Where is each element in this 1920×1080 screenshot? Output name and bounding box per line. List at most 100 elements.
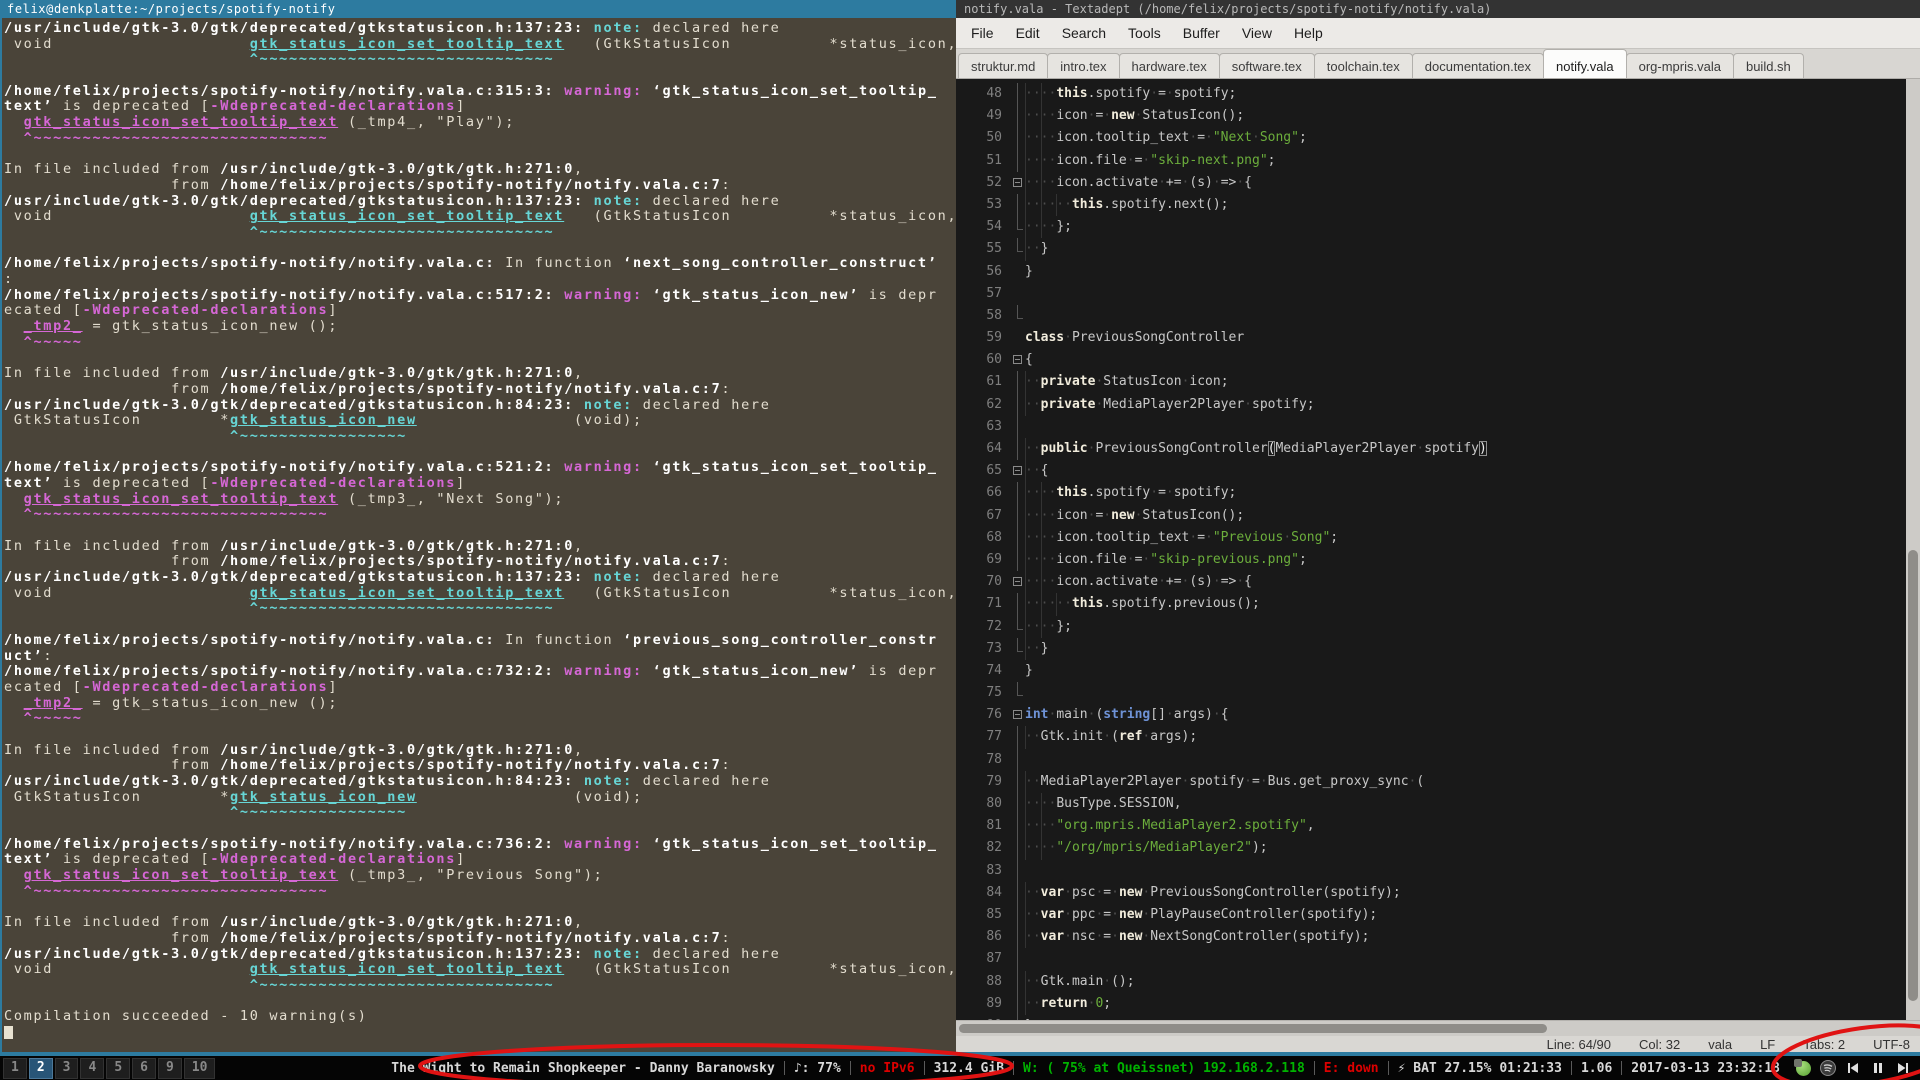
fold-marker-icon[interactable] — [1012, 460, 1025, 482]
terminal-line: ^~~~~~~~~~~~~~~~~~~~~~~~~~~~~~~ — [4, 600, 555, 617]
code-line: 76 int·main·(string[]·args)·{ — [956, 704, 1906, 726]
line-number: 70 — [986, 574, 1002, 590]
code-line: 77 ··Gtk.init·(ref·args); — [956, 726, 1906, 749]
media-prev-icon[interactable] — [1844, 1059, 1862, 1077]
menu-search[interactable]: Search — [1051, 19, 1117, 47]
terminal-line — [4, 1025, 956, 1041]
workspace-button-10[interactable]: 10 — [183, 1057, 216, 1079]
code-line: 56} — [956, 261, 1906, 283]
code-line: 85 ··var·ppc·=·new·PlayPauseController(sp… — [956, 903, 1906, 927]
code-text: ··var·ppc·=·new·PlayPauseController(spot… — [1025, 903, 1377, 927]
code-text: ····"org.mpris.MediaPlayer2.spotify", — [1025, 815, 1315, 838]
line-number: 76 — [986, 707, 1002, 723]
terminal-output[interactable]: /usr/include/gtk-3.0/gtk/deprecated/gtks… — [2, 18, 956, 1041]
code-text: ··{ — [1025, 460, 1048, 483]
terminal-line: /usr/include/gtk-3.0/gtk/deprecated/gtks… — [4, 569, 781, 586]
code-text: ··public·PreviousSongController(MediaPla… — [1025, 438, 1487, 461]
fold-margin — [1012, 327, 1025, 349]
tab-org-mpris.vala[interactable]: org-mpris.vala — [1625, 53, 1734, 78]
workspace-button-4[interactable]: 4 — [80, 1057, 105, 1079]
fold-marker-icon[interactable] — [1012, 172, 1025, 194]
menu-buffer[interactable]: Buffer — [1172, 19, 1231, 47]
code-text: ······this.spotify.previous(); — [1025, 593, 1260, 616]
code-text: } — [1025, 662, 1033, 678]
code-editor[interactable]: 48 ····this.spotify·=·spotify; 49 ····icon·… — [956, 79, 1906, 1020]
menu-edit[interactable]: Edit — [1005, 19, 1051, 47]
menu-tools[interactable]: Tools — [1117, 19, 1172, 47]
tab-documentation.tex[interactable]: documentation.tex — [1411, 53, 1545, 78]
status-block: ♪: 77% — [793, 1060, 841, 1076]
line-number: 89 — [986, 995, 1002, 1011]
vertical-scrollbar-thumb[interactable] — [1908, 549, 1918, 1002]
spotify-tray-icon[interactable] — [1819, 1059, 1837, 1077]
workspace-button-3[interactable]: 3 — [54, 1057, 79, 1079]
fold-margin — [1012, 127, 1025, 150]
workspace-button-1[interactable]: 1 — [3, 1057, 27, 1079]
tab-intro.tex[interactable]: intro.tex — [1047, 53, 1120, 78]
terminal-line: text’ is deprecated [-Wdeprecated-declar… — [4, 851, 466, 868]
terminal-line: text’ is deprecated [-Wdeprecated-declar… — [4, 474, 466, 491]
code-text: { — [1025, 352, 1033, 368]
tab-struktur.md[interactable]: struktur.md — [958, 53, 1049, 78]
green-app-tray-icon[interactable] — [1794, 1059, 1812, 1077]
media-pause-icon[interactable] — [1869, 1059, 1887, 1077]
code-text: ··Gtk.init·(ref·args); — [1025, 726, 1197, 749]
tab-hardware.tex[interactable]: hardware.tex — [1118, 53, 1220, 78]
fold-margin — [1012, 615, 1025, 638]
terminal-line: /home/felix/projects/spotify-notify/noti… — [4, 663, 938, 680]
tab-notify.vala[interactable]: notify.vala — [1543, 49, 1627, 78]
fold-margin — [1012, 748, 1025, 771]
terminal-line: _tmp2_ = gtk_status_icon_new (); — [23, 694, 339, 711]
fold-margin — [1012, 859, 1025, 882]
line-number: 67 — [986, 507, 1002, 523]
fold-marker-icon[interactable] — [1012, 704, 1025, 726]
workspace-button-5[interactable]: 5 — [106, 1057, 131, 1079]
line-number: 81 — [986, 818, 1002, 834]
code-line: 60 { — [956, 349, 1906, 371]
line-number: 84 — [986, 884, 1002, 900]
terminal-line: gtk_status_icon_set_tooltip_text (_tmp4_… — [23, 114, 516, 131]
tab-toolchain.tex[interactable]: toolchain.tex — [1313, 53, 1413, 78]
horizontal-scrollbar[interactable] — [956, 1020, 1920, 1036]
horizontal-scrollbar-thumb[interactable] — [959, 1024, 1548, 1033]
code-line: 54 ····}; — [956, 216, 1906, 239]
workspace-button-9[interactable]: 9 — [157, 1057, 182, 1079]
menu-help[interactable]: Help — [1283, 19, 1334, 47]
workspace-button-6[interactable]: 6 — [132, 1057, 156, 1079]
code-line: 52 ····icon.activate·+=·(s)·=>·{ — [956, 171, 1906, 194]
code-line: 87 — [956, 948, 1906, 971]
code-line: 74} — [956, 660, 1906, 682]
code-line: 65 ··{ — [956, 460, 1906, 483]
code-line: 88 ··Gtk.main·(); — [956, 970, 1906, 993]
fold-marker-icon[interactable] — [1012, 349, 1025, 371]
menu-file[interactable]: File — [960, 19, 1005, 47]
terminal-titlebar[interactable]: felix@denkplatte:~/projects/spotify-noti… — [2, 0, 956, 18]
fold-margin — [1012, 526, 1025, 549]
terminal-line: ^~~~~~~~~~~~~~~~~~ — [4, 804, 407, 821]
code-line: 84 ··var·psc·=·new·PreviousSongController… — [956, 881, 1906, 904]
tab-software.tex[interactable]: software.tex — [1218, 53, 1315, 78]
fold-marker-icon[interactable] — [1012, 571, 1025, 593]
line-number: 66 — [986, 485, 1002, 501]
status-field: UTF-8 — [1873, 1036, 1910, 1052]
line-number: 60 — [986, 352, 1002, 368]
code-text: ····icon.activate·+=·(s)·=>·{ — [1025, 171, 1252, 194]
vertical-scrollbar[interactable] — [1906, 79, 1920, 1020]
menu-view[interactable]: View — [1231, 19, 1283, 47]
line-number: 88 — [986, 973, 1002, 989]
terminal-line: /home/felix/projects/spotify-notify/noti… — [4, 255, 938, 272]
code-line: 55 ··} — [956, 238, 1906, 261]
terminal-line: gtk_status_icon_set_tooltip_text (_tmp3_… — [23, 490, 565, 507]
textadept-titlebar[interactable]: notify.vala - Textadept (/home/felix/pro… — [956, 0, 1920, 18]
workspace-button-2[interactable]: 2 — [28, 1057, 53, 1079]
tab-build.sh[interactable]: build.sh — [1732, 53, 1804, 78]
line-number: 50 — [986, 130, 1002, 146]
media-next-icon[interactable] — [1894, 1059, 1912, 1077]
block-separator — [1313, 1061, 1315, 1075]
code-line: 79 ··MediaPlayer2Player·spotify·=·Bus.get… — [956, 770, 1906, 793]
line-number: 52 — [986, 174, 1002, 190]
terminal-line: Compilation succeeded - 10 warning(s) — [4, 1008, 368, 1025]
